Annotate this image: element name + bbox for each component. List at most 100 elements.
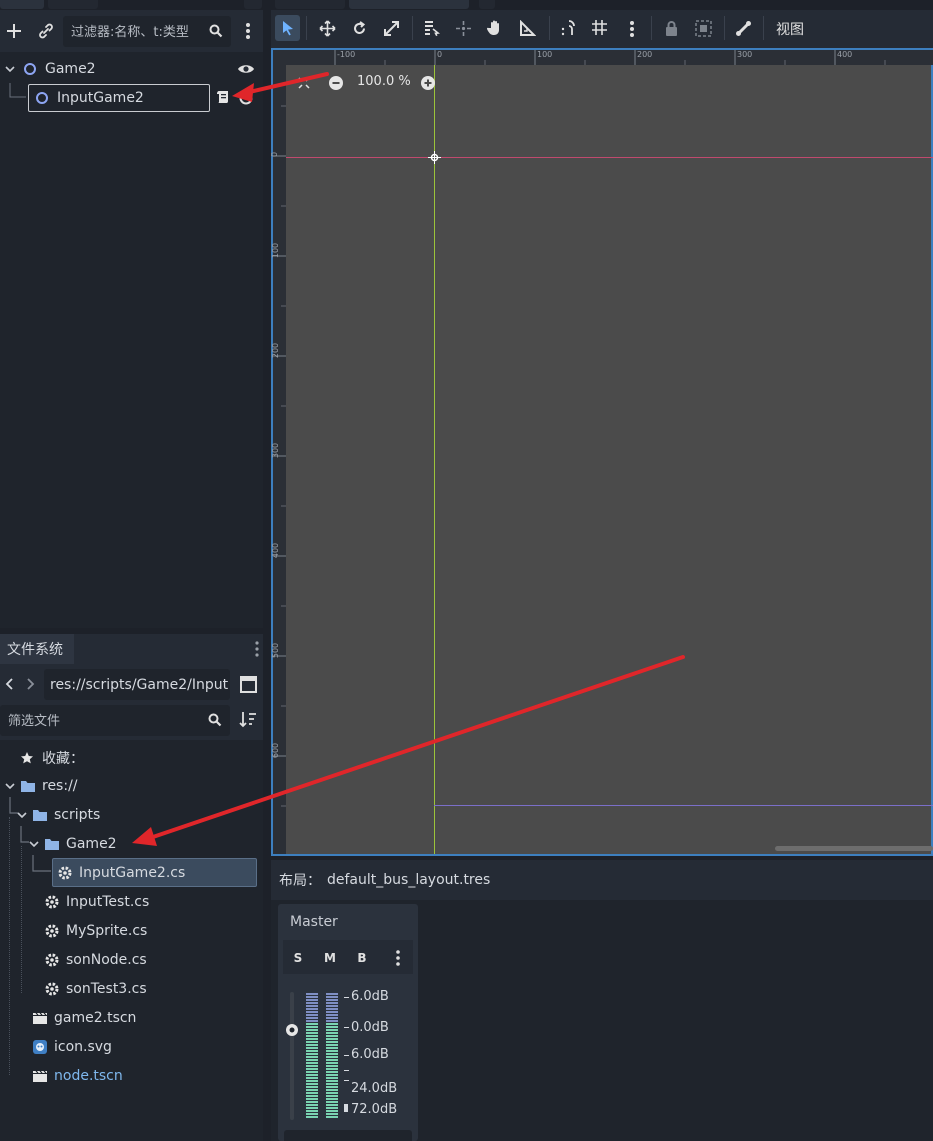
db-tick <box>344 1104 348 1112</box>
file-row-icon-svg[interactable]: icon.svg <box>32 1034 112 1060</box>
file-row-inputtest-cs[interactable]: InputTest.cs <box>44 889 149 915</box>
instance-scene-button[interactable] <box>33 18 59 44</box>
pan-hand-icon[interactable] <box>487 19 504 37</box>
scene-menu-button[interactable] <box>235 18 261 44</box>
db-tick <box>344 1027 349 1028</box>
chevron-down-icon[interactable] <box>28 838 40 850</box>
bus-name[interactable]: Master <box>290 914 338 930</box>
mute-button[interactable]: M <box>319 949 341 967</box>
file-row-inputgame2-cs[interactable]: InputGame2.cs <box>52 858 257 887</box>
audio-header: 布局： default_bus_layout.tres <box>271 860 933 900</box>
ruler-icon[interactable] <box>519 20 536 37</box>
pivot-icon[interactable] <box>455 20 472 37</box>
lock-icon[interactable] <box>664 20 679 37</box>
ruler-label: 100 <box>271 242 281 259</box>
path-field[interactable]: res://scripts/Game2/Input <box>44 669 230 700</box>
visibility-eye-icon[interactable] <box>237 62 255 76</box>
file-row-res[interactable]: res:// <box>4 773 78 799</box>
folder-icon <box>33 810 47 821</box>
editor-tab-add[interactable] <box>479 0 495 9</box>
move-icon[interactable] <box>319 20 336 37</box>
kebab-icon[interactable] <box>395 949 401 967</box>
scale-icon[interactable] <box>383 20 400 37</box>
kebab-icon[interactable] <box>629 20 635 38</box>
file-label: InputGame2.cs <box>79 864 186 881</box>
search-icon <box>209 24 223 38</box>
file-row-game2[interactable]: Game2 <box>28 831 117 857</box>
bone-icon[interactable] <box>735 20 752 37</box>
script-icon[interactable] <box>215 89 231 105</box>
solo-button[interactable]: S <box>287 949 309 967</box>
node-icon <box>24 63 36 75</box>
file-row-game2-tscn[interactable]: game2.tscn <box>32 1005 136 1031</box>
ruler-label: -100 <box>337 50 356 59</box>
tab-import[interactable] <box>48 0 98 9</box>
file-filter-input[interactable] <box>6 710 200 732</box>
canvas-viewport[interactable] <box>271 48 933 856</box>
db-tick <box>344 1070 349 1071</box>
tree-connector <box>9 83 26 98</box>
editor-tab-active[interactable] <box>349 0 469 9</box>
toolbar-separator <box>549 16 550 40</box>
add-node-button[interactable] <box>1 18 27 44</box>
ruler-label: 600 <box>271 742 281 759</box>
rotate-icon[interactable] <box>351 20 368 37</box>
link-icon <box>39 23 53 39</box>
split-mode-icon[interactable] <box>240 676 257 693</box>
kebab-icon[interactable] <box>254 640 260 658</box>
tab-menu[interactable] <box>244 0 262 9</box>
chevron-down-icon[interactable] <box>16 809 28 821</box>
select-tool-button[interactable] <box>275 15 300 41</box>
grid-snap-icon[interactable] <box>591 19 608 36</box>
scene-filter-field[interactable] <box>63 16 231 47</box>
search-icon <box>208 713 222 727</box>
kebab-icon <box>246 23 250 39</box>
chevron-down-icon[interactable] <box>4 780 16 792</box>
bus-effects-slot[interactable] <box>284 1130 412 1141</box>
horizontal-scrollbar[interactable] <box>775 846 933 851</box>
file-row-node-tscn[interactable]: node.tscn <box>32 1063 123 1089</box>
editor-tab[interactable] <box>275 0 345 9</box>
gear-script-icon <box>45 982 59 996</box>
list-select-icon[interactable] <box>423 20 440 37</box>
zoom-level[interactable]: 100.0 % <box>357 74 411 89</box>
layout-file[interactable]: default_bus_layout.tres <box>327 872 490 888</box>
volume-slider-handle[interactable] <box>285 1023 299 1037</box>
favorites-row[interactable]: 收藏： <box>20 745 84 771</box>
volume-slider-track[interactable] <box>290 992 294 1120</box>
sort-icon[interactable] <box>239 710 257 728</box>
zoom-out-icon[interactable] <box>328 75 344 91</box>
chevron-down-icon[interactable] <box>4 63 16 75</box>
visibility-eye-icon[interactable] <box>239 91 253 105</box>
ruler-ticks <box>284 50 886 65</box>
file-filter-field[interactable] <box>0 705 230 736</box>
scene-filter-input[interactable] <box>69 21 205 43</box>
group-icon[interactable] <box>695 20 712 37</box>
db-tick <box>344 1055 349 1056</box>
zoom-reset-icon[interactable] <box>297 76 311 90</box>
toolbar-separator <box>763 16 764 40</box>
path-text: res://scripts/Game2/Input <box>50 676 229 693</box>
forward-arrow-icon[interactable] <box>25 677 35 691</box>
tree-node-inputgame2[interactable]: InputGame2 <box>28 84 210 112</box>
zoom-in-icon[interactable] <box>420 75 436 91</box>
file-row-mysprite-cs[interactable]: MySprite.cs <box>44 918 147 944</box>
file-row-scripts[interactable]: scripts <box>16 802 100 828</box>
back-arrow-icon[interactable] <box>5 677 15 691</box>
file-row-sontest3-cs[interactable]: sonTest3.cs <box>44 976 147 1002</box>
toolbar-separator <box>412 16 413 40</box>
tree-node-game2[interactable]: Game2 <box>4 56 259 82</box>
view-menu-button[interactable]: 视图 <box>776 19 804 39</box>
snap-icon[interactable] <box>560 20 577 37</box>
filesystem-tab[interactable]: 文件系统 <box>0 634 74 664</box>
gear-script-icon <box>58 866 72 879</box>
tree-guide <box>9 817 10 1075</box>
panel-divider[interactable] <box>263 0 271 1141</box>
tree-connector <box>32 855 51 872</box>
file-label: game2.tscn <box>54 1010 137 1026</box>
tab-scene[interactable] <box>0 0 44 9</box>
bypass-button[interactable]: B <box>351 949 373 967</box>
folder-icon <box>45 839 59 850</box>
x-axis-line <box>286 157 933 158</box>
file-row-sonnode-cs[interactable]: sonNode.cs <box>44 947 147 973</box>
